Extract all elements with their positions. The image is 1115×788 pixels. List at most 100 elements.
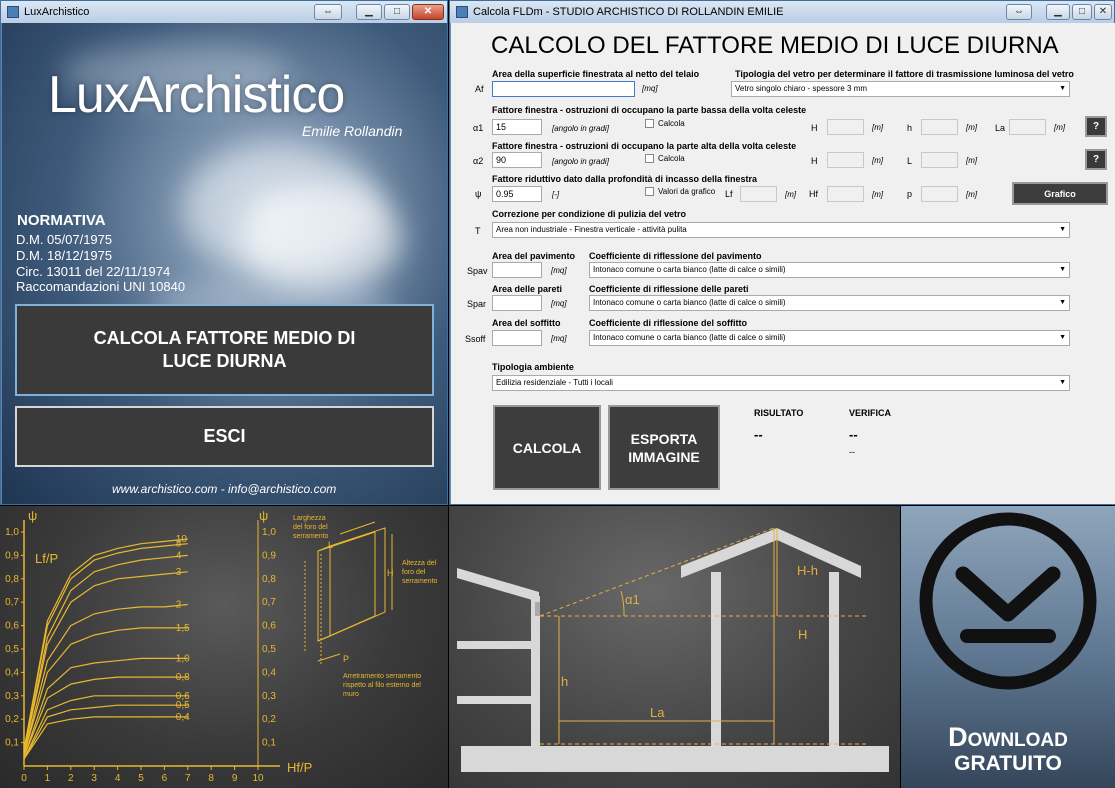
lf-input[interactable] [740, 186, 777, 202]
minimize-button[interactable]: ▁ [356, 4, 382, 20]
height-note-3: serramento [402, 578, 438, 585]
h2-input[interactable] [921, 119, 958, 135]
series-curve [23, 716, 188, 760]
floor-area-input[interactable] [492, 262, 542, 278]
hf-unit: [m] [872, 190, 884, 199]
a2-input[interactable]: 90 [492, 152, 542, 168]
ceil-area-input[interactable] [492, 330, 542, 346]
section-diagram-panel: α1 H-h H h La [449, 506, 900, 788]
floor-coef-label: Coefficiente di riflessione del paviment… [589, 251, 762, 261]
alpha1-label: α1 [625, 592, 640, 607]
x-tick-label: 9 [232, 773, 238, 784]
hf-label: Hf [809, 189, 818, 199]
download-title: Download [948, 722, 1068, 752]
clean-label: Correzione per condizione di pulizia del… [492, 209, 687, 219]
page-title: CALCOLO DEL FATTORE MEDIO DI LUCE DIURNA [491, 32, 1059, 59]
l-input[interactable] [921, 152, 958, 168]
calc-fldm-button[interactable]: CALCOLA FATTORE MEDIO DI LUCE DIURNA [15, 304, 434, 396]
minimize-button[interactable]: ▁ [1046, 4, 1070, 20]
download-subtitle: GRATUITO [954, 752, 1062, 775]
window-illustration [304, 521, 393, 666]
psi-graph-checkbox[interactable]: Valori da grafico [645, 187, 715, 196]
export-line1: ESPORTA [630, 430, 698, 447]
close-button[interactable]: ✕ [412, 4, 444, 20]
wall-coef-label: Coefficiente di riflessione delle pareti [589, 284, 749, 294]
calculate-button[interactable]: CALCOLA [493, 405, 601, 490]
a1-calc-checkbox[interactable]: Calcola [645, 119, 685, 128]
l-label: L [907, 156, 913, 166]
y-tick-label-right: 0,4 [262, 667, 276, 678]
a2-calc-label: Calcola [658, 154, 685, 163]
psi-unit: [-] [552, 190, 560, 199]
wall-area-input[interactable] [492, 295, 542, 311]
recess-note: Arretramento serramento rispetto al filo … [343, 672, 421, 699]
env-select[interactable]: Edilizia residenziale - Tutti i locali ▼ [492, 375, 1070, 391]
floor-coef-value: Intonaco comune o carta bianco (latte di… [593, 265, 786, 274]
calc-fldm-line1: CALCOLA FATTORE MEDIO DI [93, 328, 356, 348]
af-label: Area della superficie finestrata al nett… [492, 69, 700, 79]
h-label: H [811, 123, 818, 133]
psi-input[interactable]: 0.95 [492, 186, 542, 202]
series-label: 1,5 [176, 623, 190, 634]
wall-coef-value: Intonaco comune o carta bianco (latte di… [593, 298, 786, 307]
clean-value: Area non industriale - Finestra vertical… [496, 225, 687, 234]
series-label: 0,4 [176, 712, 190, 723]
y-tick-label-right: 0,2 [262, 714, 276, 725]
floor-coef-select[interactable]: Intonaco comune o carta bianco (latte di… [589, 262, 1070, 278]
series-curve [23, 704, 188, 760]
y-tick-label-right: 1,0 [262, 527, 276, 538]
a1-symbol: α1 [473, 123, 484, 133]
restore-icon[interactable]: ⇔ [1006, 4, 1032, 20]
y-tick-label: 0,2 [5, 714, 19, 725]
chart-curves: 1084321,51,00,80,60,50,4 [23, 534, 190, 760]
close-button[interactable]: ✕ [1094, 4, 1112, 20]
hf-input[interactable] [827, 186, 864, 202]
calculator-titlebar[interactable]: Calcola FLDm - STUDIO ARCHISTICO DI ROLL… [450, 1, 1114, 23]
download-panel[interactable]: Download GRATUITO [901, 506, 1115, 788]
series-label: 3 [176, 567, 182, 578]
export-line2: IMMAGINE [628, 448, 700, 465]
website-link[interactable]: www.archistico.com - info@archistico.com [112, 482, 336, 496]
height-note-1: Altezza del [402, 560, 437, 567]
la-input[interactable] [1009, 119, 1046, 135]
series-curve [23, 603, 188, 755]
y-tick-label: 0,3 [5, 691, 19, 702]
download-icon[interactable] [901, 506, 1115, 716]
maximize-button[interactable]: □ [1072, 4, 1092, 20]
clean-select[interactable]: Area non industriale - Finestra vertical… [492, 222, 1070, 238]
help-button-a2[interactable]: ? [1085, 149, 1107, 170]
graph-button[interactable]: Grafico [1012, 182, 1108, 205]
h-label: h [561, 674, 569, 689]
x-tick-label: 0 [21, 773, 27, 784]
launcher-titlebar[interactable]: LuxArchistico ⇔ ▁ □ ✕ [1, 1, 447, 23]
p-input[interactable] [921, 186, 958, 202]
a1-label: Fattore finestra - ostruzioni di occupan… [492, 105, 807, 115]
floor-area-label: Area del pavimento [492, 251, 576, 261]
series-label: 1,0 [176, 653, 190, 664]
buildings [457, 528, 889, 772]
exit-button[interactable]: ESCI [15, 406, 434, 467]
normativa-line: Circ. 13011 del 22/11/1974 [16, 264, 171, 279]
h-unit: [m] [872, 156, 884, 165]
export-image-button[interactable]: ESPORTA IMMAGINE [608, 405, 720, 490]
glass-select[interactable]: Vetro singolo chiaro - spessore 3 mm ▼ [731, 81, 1070, 97]
a1-input[interactable]: 15 [492, 119, 542, 135]
ceil-coef-value: Intonaco comune o carta bianco (latte di… [593, 333, 786, 342]
ceil-coef-select[interactable]: Intonaco comune o carta bianco (latte di… [589, 330, 1070, 346]
a2-label: Fattore finestra - ostruzioni di occupan… [492, 141, 797, 151]
restore-icon[interactable]: ⇔ [314, 4, 342, 20]
y-tick-label-right: 0,1 [262, 738, 276, 749]
wall-coef-select[interactable]: Intonaco comune o carta bianco (latte di… [589, 295, 1070, 311]
maximize-button[interactable]: □ [384, 4, 410, 20]
x-tick-label: 6 [162, 773, 168, 784]
a2-symbol: α2 [473, 156, 484, 166]
calculator-window-title: Calcola FLDm - STUDIO ARCHISTICO DI ROLL… [473, 6, 784, 18]
ceil-symbol: Ssoff [465, 334, 486, 344]
h-input[interactable] [827, 152, 864, 168]
app-icon [7, 6, 19, 18]
H-label: H [798, 627, 808, 642]
help-button-a1[interactable]: ? [1085, 116, 1107, 137]
h-input[interactable] [827, 119, 864, 135]
a2-calc-checkbox[interactable]: Calcola [645, 154, 685, 163]
af-input[interactable] [492, 81, 635, 97]
